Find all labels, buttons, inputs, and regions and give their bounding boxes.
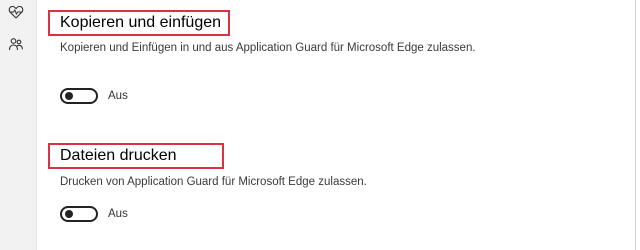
print-files-toggle-state: Aus: [108, 208, 128, 220]
copy-paste-toggle[interactable]: [60, 88, 98, 104]
toggle-knob: [65, 210, 73, 218]
left-nav-rail: [0, 0, 37, 250]
print-files-toggle-row: Aus: [60, 204, 128, 224]
section-title-print-files: Dateien drucken: [60, 147, 177, 164]
family-icon[interactable]: [8, 36, 24, 52]
copy-paste-toggle-state: Aus: [108, 90, 128, 102]
copy-paste-toggle-row: Aus: [60, 86, 128, 106]
toggle-knob: [65, 92, 73, 100]
section-description-copy-paste: Kopieren und Einfügen in und aus Applica…: [60, 42, 476, 54]
settings-window: Kopieren und einfügen Kopieren und Einfü…: [0, 0, 640, 250]
section-description-print-files: Drucken von Application Guard für Micros…: [60, 176, 367, 188]
window-right-border: [635, 0, 636, 250]
print-files-toggle[interactable]: [60, 206, 98, 222]
settings-content: Kopieren und einfügen Kopieren und Einfü…: [36, 0, 634, 250]
section-title-copy-paste: Kopieren und einfügen: [60, 14, 222, 31]
heart-pulse-icon[interactable]: [8, 4, 24, 20]
